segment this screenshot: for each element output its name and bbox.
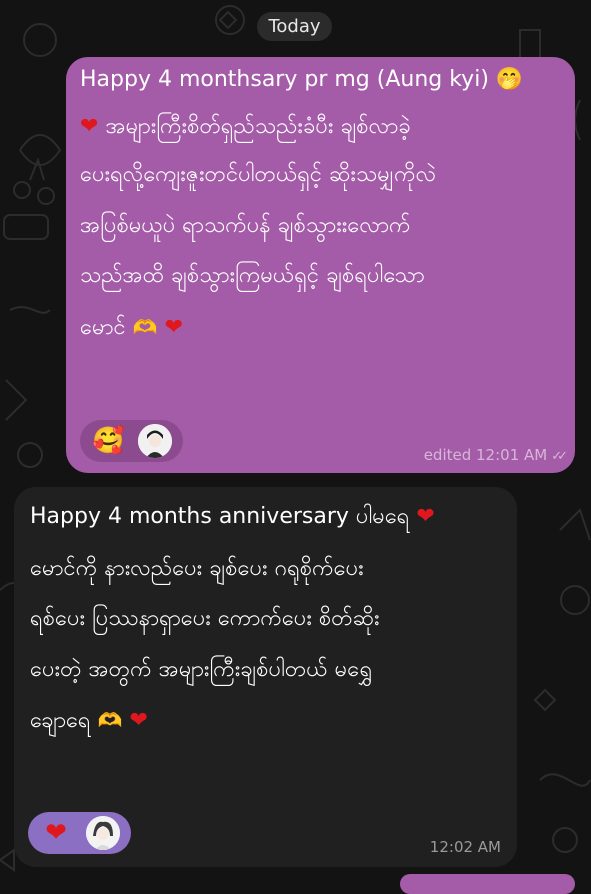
message-timestamp: 12:02 AM: [429, 838, 501, 856]
message-text: မောင်ကို နားလည်ပေး ချစ်ပေး ဂရုစိုက်ပေး: [30, 556, 364, 581]
message-text: ချောရေ: [30, 708, 91, 733]
shushing-face-emoji: 🤭: [495, 67, 524, 92]
message-text: သည်အထိ ချစ်သွားကြမယ်ရှင့် ချစ်ရပါသော: [80, 263, 425, 288]
message-text: Happy 4 months anniversary ပါမရေ: [30, 504, 410, 529]
message-line: ချောရေ 🫶 ❤: [30, 705, 148, 736]
message-meta: edited 12:01 AM ✓✓: [423, 446, 568, 464]
message-text: Happy 4 monthsary pr mg (Aung kyi): [80, 67, 489, 92]
heart-emoji: ❤: [164, 315, 184, 340]
message-line: မောင် 🫶 ❤: [80, 312, 183, 343]
message-text: ပေးရလို့ကျေးဇူးတင်ပါတယ်ရှင့် ဆိုးသမျှကို…: [80, 162, 437, 187]
reaction-pill[interactable]: ❤: [28, 812, 131, 854]
message-text: အများကြီးစိတ်ရှည်သည်းခံပီး ချစ်လာခဲ့: [105, 114, 411, 139]
heart-hands-emoji: 🫶: [97, 708, 123, 732]
message-text: ပေးတဲ့ အတွက် အများကြီးချစ်ပါတယ် မရွှေ: [30, 657, 373, 682]
message-line: ❤ အများကြီးစိတ်ရှည်သည်းခံပီး ချစ်လာခဲ့: [80, 112, 411, 142]
heart-reaction-emoji: ❤: [45, 818, 67, 848]
outgoing-message-bubble[interactable]: Happy 4 monthsary pr mg (Aung kyi) 🤭 ❤ အ…: [66, 57, 575, 473]
message-meta: 12:02 AM: [430, 838, 501, 856]
heart-hands-emoji: 🫶: [132, 315, 158, 339]
edited-timestamp: edited 12:01 AM: [423, 446, 548, 464]
reactor-avatar: [138, 424, 172, 458]
message-line: ရစ်ပေး ပြဿနာရှာပေး ကောက်ပေး စိတ်ဆိုး: [30, 604, 380, 634]
message-text: ရစ်ပေး ပြဿနာရှာပေး ကောက်ပေး စိတ်ဆိုး: [30, 606, 380, 631]
message-line: Happy 4 months anniversary ပါမရေ ❤: [30, 502, 435, 532]
message-line: Happy 4 monthsary pr mg (Aung kyi) 🤭: [80, 65, 523, 95]
message-line: မောင်ကို နားလည်ပေး ချစ်ပေး ဂရုစိုက်ပေး: [30, 554, 364, 584]
reactor-avatar: [86, 816, 120, 850]
read-receipt-icon: ✓✓: [551, 449, 568, 464]
heart-emoji: ❤: [80, 114, 99, 139]
message-text: အပြစ်မယူပဲ ရာသက်ပန် ချစ်သွားးလောက်: [80, 213, 411, 238]
next-message-bubble-partial[interactable]: [400, 874, 575, 894]
incoming-message-bubble[interactable]: Happy 4 months anniversary ပါမရေ ❤ မောင်…: [14, 487, 517, 867]
message-line: သည်အထိ ချစ်သွားကြမယ်ရှင့် ချစ်ရပါသော: [80, 261, 425, 291]
message-line: အပြစ်မယူပဲ ရာသက်ပန် ချစ်သွားးလောက်: [80, 211, 411, 241]
smiling-face-with-hearts-emoji: 🥰: [92, 426, 125, 456]
date-separator: Today: [257, 12, 332, 41]
heart-emoji: ❤: [416, 504, 435, 529]
message-text: မောင်: [80, 315, 126, 340]
reaction-pill[interactable]: 🥰: [80, 420, 183, 462]
message-line: ပေးရလို့ကျေးဇူးတင်ပါတယ်ရှင့် ဆိုးသမျှကို…: [80, 160, 436, 190]
heart-emoji: ❤: [129, 708, 148, 733]
message-line: ပေးတဲ့ အတွက် အများကြီးချစ်ပါတယ် မရွှေ: [30, 655, 372, 685]
